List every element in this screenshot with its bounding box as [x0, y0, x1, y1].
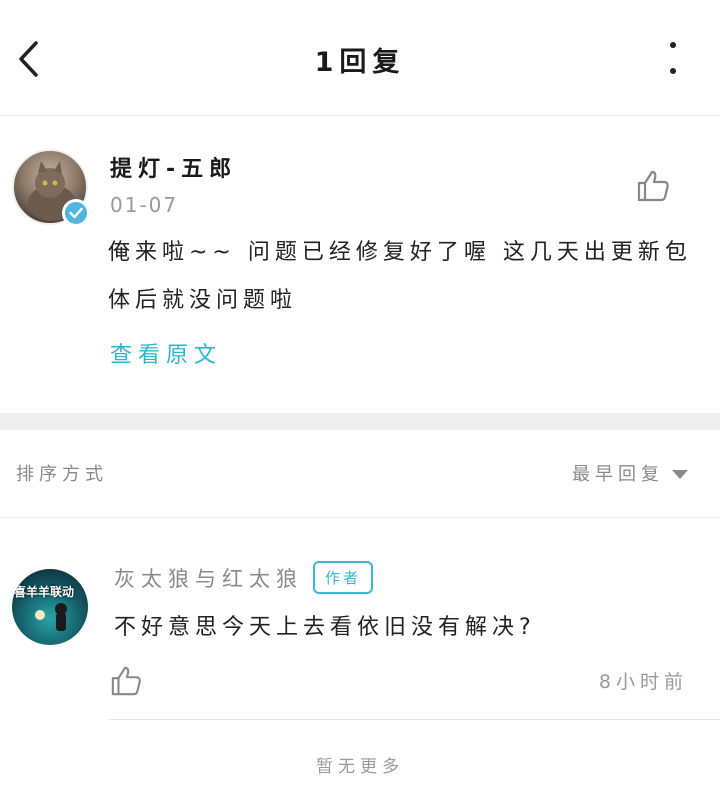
post-date: 01-07	[110, 193, 179, 217]
more-vertical-icon-dot	[670, 68, 676, 74]
sort-selected-value: 最早回复	[572, 464, 664, 485]
thumbs-up-icon	[637, 170, 669, 202]
character-avatar-image	[35, 603, 67, 631]
sort-label: 排序方式	[16, 464, 108, 485]
post-avatar-wrapper	[12, 149, 90, 227]
avatar[interactable]: 喜羊羊联动	[12, 569, 88, 645]
reply-divider	[108, 719, 720, 720]
author-badge: 作者	[313, 561, 374, 594]
thumbs-up-icon	[111, 666, 141, 696]
page-title: 1回复	[314, 47, 406, 78]
post-author-name[interactable]: 提灯-五郎	[110, 151, 237, 183]
reply-content: 不好意思今天上去看依旧没有解决?	[114, 615, 536, 640]
reply-item: 喜羊羊联动 灰太狼与红太狼 作者 不好意思今天上去看依旧没有解决? 8小时前	[0, 519, 720, 720]
original-post: 提灯-五郎 01-07 俺来啦~~ 问题已经修复好了喔 这几天出更新包体后就没问…	[0, 117, 720, 413]
reply-author-row: 灰太狼与红太狼 作者	[114, 561, 374, 594]
no-more-indicator: 暂无更多	[316, 757, 404, 777]
top-bar: 1回复	[0, 0, 720, 116]
more-options-button[interactable]	[666, 42, 680, 74]
reply-time: 8小时前	[598, 671, 688, 693]
reply-like-button[interactable]	[110, 665, 142, 697]
section-divider	[0, 413, 720, 430]
reply-author-name[interactable]: 灰太狼与红太狼	[114, 563, 303, 593]
view-original-link[interactable]: 查看原文	[110, 337, 222, 369]
sort-dropdown[interactable]: 最早回复	[572, 460, 688, 486]
post-like-button[interactable]	[636, 169, 670, 203]
sort-bar: 排序方式 最早回复	[0, 430, 720, 518]
verified-check-icon	[62, 199, 90, 227]
more-vertical-icon-dot	[670, 42, 676, 48]
caret-down-icon	[672, 470, 688, 479]
post-content: 俺来啦~~ 问题已经修复好了喔 这几天出更新包体后就没问题啦	[108, 240, 692, 313]
